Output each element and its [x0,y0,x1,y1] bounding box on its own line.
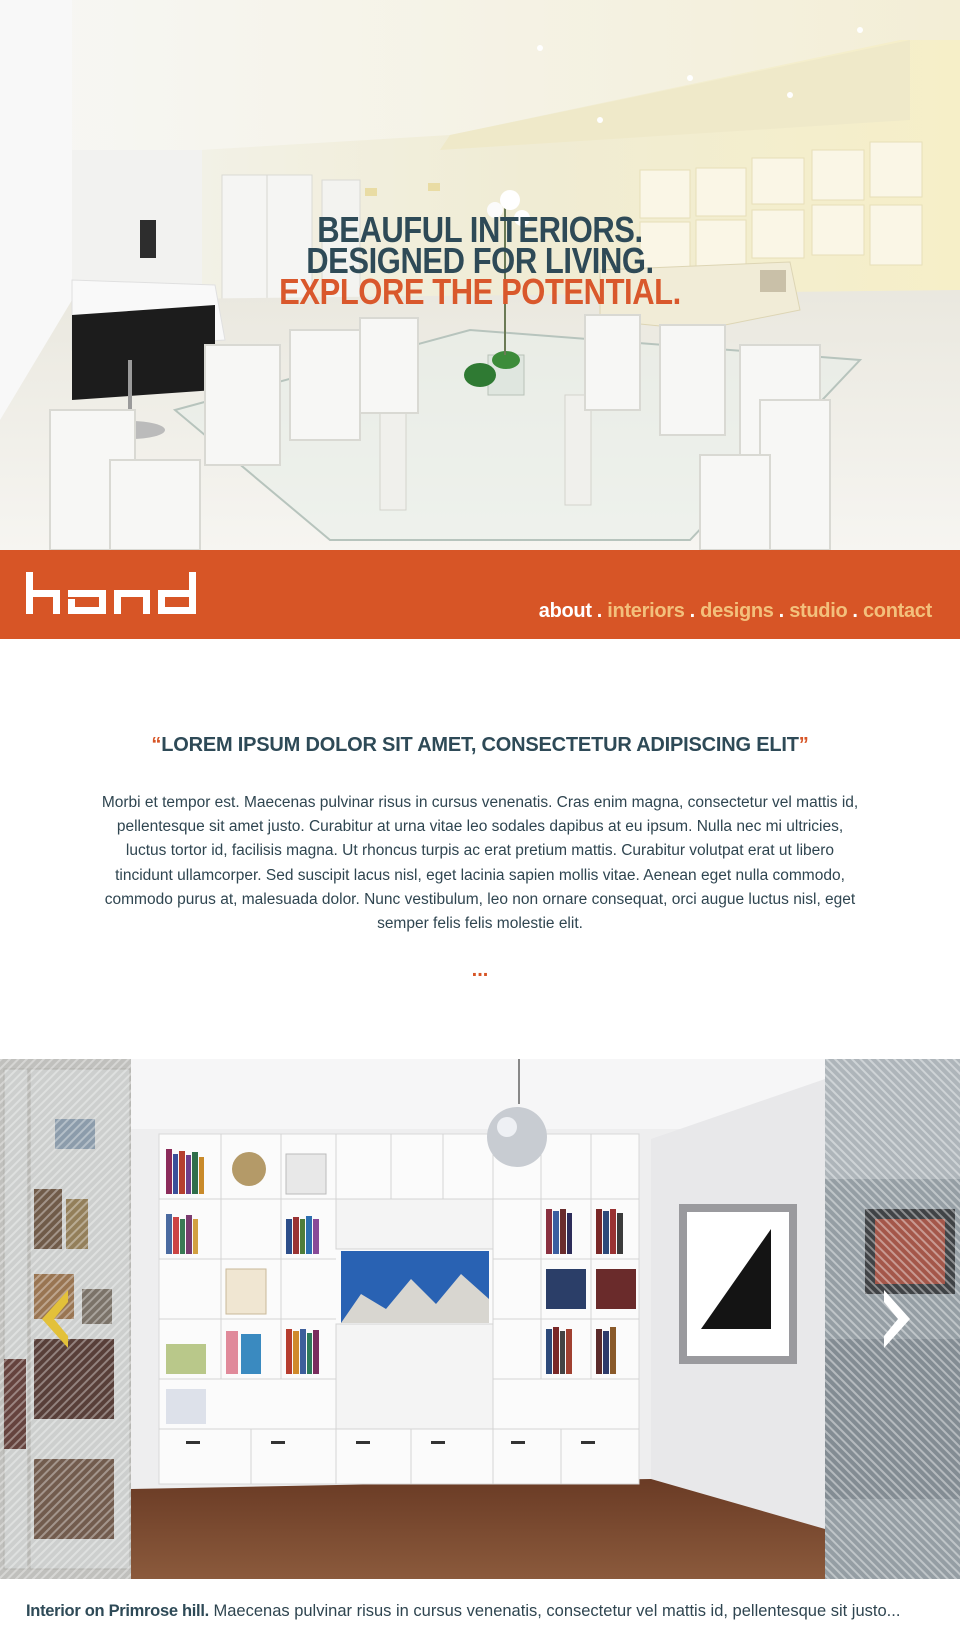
slide-caption-title: Interior on Primrose hill. [26,1602,209,1620]
hand-logo[interactable] [26,572,204,614]
main-navigation: about . interiors . designs . studio . c… [539,598,933,624]
nav-item-contact[interactable]: contact [863,600,932,623]
intro-quote-heading: “LOREM IPSUM DOLOR SIT AMET, CONSECTETUR… [0,734,960,757]
nav-item-designs[interactable]: designs [700,600,774,623]
nav-separator: . [778,599,785,622]
nav-separator: . [689,599,696,622]
chevron-left-icon[interactable] [36,1284,76,1354]
slide-caption: Interior on Primrose hill. Maecenas pulv… [26,1602,946,1621]
nav-separator: . [596,599,603,622]
project-carousel [0,1059,960,1579]
nav-item-studio[interactable]: studio [789,600,848,623]
intro-paragraph: Morbi et tempor est. Maecenas pulvinar r… [101,794,859,933]
slide-caption-text: Maecenas pulvinar risus in cursus venena… [208,1602,901,1620]
quote-open-mark: “ [151,734,162,756]
read-more-link[interactable]: ... [0,959,960,982]
quote-text: LOREM IPSUM DOLOR SIT AMET, CONSECTETUR … [161,734,799,756]
quote-close-mark: ” [798,734,809,756]
intro-section: “LOREM IPSUM DOLOR SIT AMET, CONSECTETUR… [0,639,960,1059]
nav-separator: . [852,599,858,622]
nav-item-about[interactable]: about [539,600,592,623]
nav-item-interiors[interactable]: interiors [607,600,685,623]
chevron-right-icon[interactable] [876,1284,916,1354]
hero-banner: BEAUFUL INTERIORS. DESIGNED FOR LIVING. … [0,0,960,550]
brand-navigation-bar: about . interiors . designs . studio . c… [0,550,960,639]
carousel-current-slide-photo [131,1059,825,1579]
hero-headline-line-3: EXPLORE THE POTENTIAL. [279,271,681,312]
